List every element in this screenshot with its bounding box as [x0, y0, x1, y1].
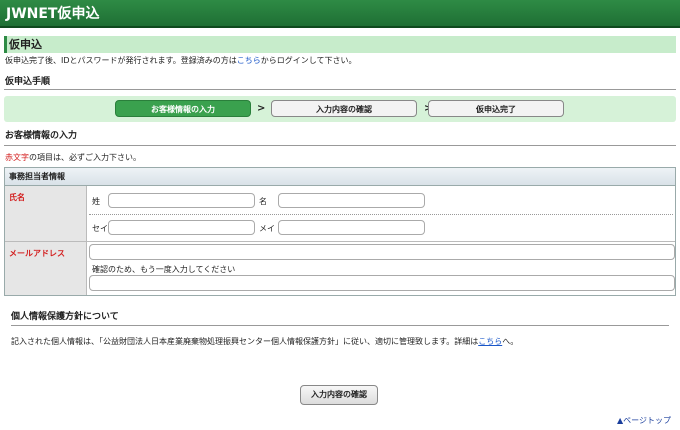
email-confirm-input[interactable]	[89, 275, 675, 291]
privacy-heading: 個人情報保護方針について	[11, 312, 119, 322]
sei-input[interactable]	[108, 193, 255, 208]
mei-kana-label: メイ	[259, 224, 275, 233]
required-note: 赤文字の項目は、必ずご入力下さい。	[5, 152, 141, 163]
confirm-button[interactable]: 入力内容の確認	[300, 385, 378, 405]
divider	[11, 325, 669, 326]
page-top-link[interactable]: ▲ページトップ	[617, 415, 671, 426]
intro-before: 仮申込完了後、IDとパスワードが発行されます。登録済みの方は	[5, 56, 237, 65]
sei-kana-input[interactable]	[108, 220, 255, 235]
intro-after: からログインして下さい。	[260, 56, 357, 65]
sei-label: 姓	[92, 197, 100, 206]
name-label: 氏名	[5, 186, 87, 241]
row-divider	[5, 241, 675, 242]
sei-kana-label: セイ	[92, 224, 108, 233]
row-divider	[89, 214, 673, 215]
privacy-text: 記入された個人情報は、「公益財団法人日本産業廃棄物処理振興センター個人情報保護方…	[11, 336, 518, 347]
step-complete: 仮申込完了	[428, 100, 564, 117]
form-section-title: 事務担当者情報	[5, 168, 675, 186]
contact-form: 事務担当者情報 氏名 姓 名 セイ メイ メールアドレス 確認のため、もう一度入…	[4, 167, 676, 296]
privacy-after: へ。	[502, 337, 519, 346]
privacy-before: 記入された個人情報は、「公益財団法人日本産業廃棄物処理振興センター個人情報保護方…	[11, 337, 479, 346]
email-confirm-hint: 確認のため、もう一度入力してください	[92, 265, 236, 274]
required-note-rest: の項目は、必ずご入力下さい。	[29, 153, 141, 162]
privacy-link[interactable]: こちら	[478, 337, 502, 346]
step-arrow: >	[257, 103, 266, 114]
app-title: JWNET仮申込	[0, 0, 680, 28]
required-note-red: 赤文字	[5, 153, 29, 162]
email-input[interactable]	[89, 244, 675, 260]
login-link[interactable]: こちら	[237, 56, 261, 65]
mei-input[interactable]	[278, 193, 425, 208]
step-customer-info: お客様情報の入力	[115, 100, 251, 117]
divider	[4, 145, 676, 146]
steps-bar: お客様情報の入力 > 入力内容の確認 > 仮申込完了	[4, 96, 676, 122]
divider	[4, 89, 676, 90]
intro-text: 仮申込完了後、IDとパスワードが発行されます。登録済みの方はこちらからログインし…	[5, 55, 356, 66]
steps-heading: 仮申込手順	[5, 77, 51, 87]
mei-label: 名	[259, 197, 267, 206]
mei-kana-input[interactable]	[278, 220, 425, 235]
section-title: 仮申込	[4, 36, 676, 53]
customer-heading: お客様情報の入力	[5, 131, 78, 141]
step-confirm: 入力内容の確認	[271, 100, 417, 117]
email-label: メールアドレス	[5, 242, 87, 295]
